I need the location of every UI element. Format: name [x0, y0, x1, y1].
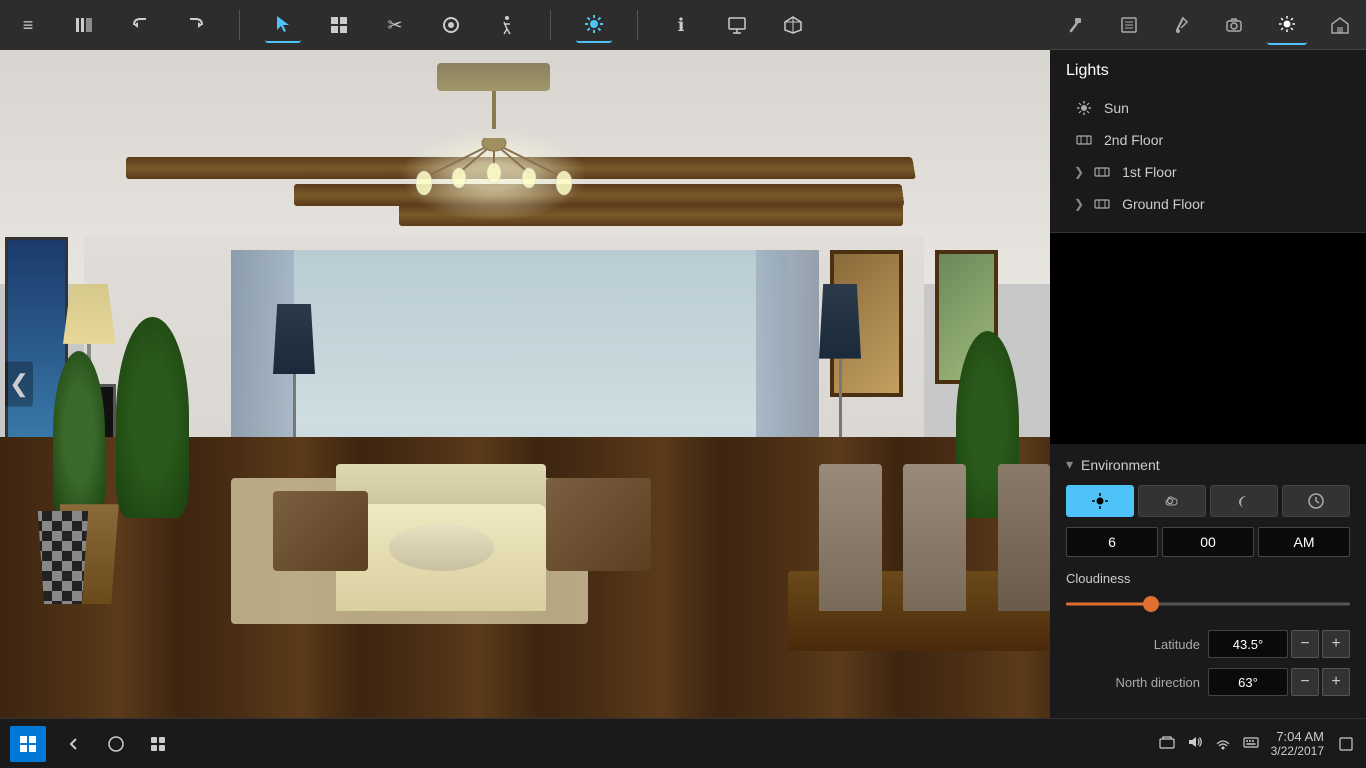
- latitude-input[interactable]: [1208, 630, 1288, 658]
- cube-icon[interactable]: [775, 7, 811, 43]
- north-direction-label: North direction: [1066, 675, 1200, 690]
- hammer-tool-icon[interactable]: [1056, 5, 1096, 45]
- sun-top-icon[interactable]: [576, 7, 612, 43]
- partly-cloudy-tab[interactable]: [1138, 485, 1206, 517]
- time-minutes[interactable]: 00: [1162, 527, 1254, 557]
- scissors-icon[interactable]: ✂: [377, 7, 413, 43]
- environment-tabs: [1066, 485, 1350, 517]
- light-item-ground-floor[interactable]: ❯ Ground Floor: [1066, 188, 1350, 220]
- keyboard-icon[interactable]: [1243, 734, 1259, 753]
- top-toolbar: ≡ ✂ ℹ: [0, 0, 1050, 50]
- lights-section: Lights Sun 2nd Floor ❯ 1s: [1050, 50, 1366, 233]
- night-tab[interactable]: [1210, 485, 1278, 517]
- latitude-label: Latitude: [1066, 637, 1200, 652]
- environment-section: ▾ Environment 6 00 AM: [1050, 444, 1366, 718]
- time-hour[interactable]: 6: [1066, 527, 1158, 557]
- right-toolbar: [1050, 0, 1366, 50]
- taskbar-clock[interactable]: 7:04 AM 3/22/2017: [1271, 729, 1324, 758]
- north-minus-btn[interactable]: −: [1291, 668, 1319, 696]
- light-tool-icon[interactable]: [1267, 5, 1307, 45]
- house-tool-icon[interactable]: [1320, 5, 1360, 45]
- right-panel-content: Lights Sun 2nd Floor ❯ 1s: [1050, 50, 1366, 718]
- north-plus-btn[interactable]: +: [1322, 668, 1350, 696]
- speaker-icon[interactable]: [1187, 734, 1203, 753]
- camera-tool-icon[interactable]: [1214, 5, 1254, 45]
- viewport[interactable]: ❮: [0, 50, 1050, 718]
- lights-title: Lights: [1066, 62, 1350, 80]
- blueprint-tool-icon[interactable]: [1109, 5, 1149, 45]
- environment-title: Environment: [1081, 457, 1160, 473]
- environment-header[interactable]: ▾ Environment: [1066, 456, 1350, 473]
- light-item-1st-floor[interactable]: ❯ 1st Floor: [1066, 156, 1350, 188]
- collapse-env-icon: ▾: [1066, 456, 1073, 473]
- library-icon[interactable]: [66, 7, 102, 43]
- black-space: [1050, 233, 1366, 444]
- paint-tool-icon[interactable]: [1162, 5, 1202, 45]
- 2nd-floor-label: 2nd Floor: [1104, 132, 1163, 148]
- time-tab[interactable]: [1282, 485, 1350, 517]
- latitude-row: Latitude − +: [1066, 630, 1350, 658]
- network-icon[interactable]: [1215, 734, 1231, 753]
- latitude-plus-btn[interactable]: +: [1322, 630, 1350, 658]
- cloudiness-slider[interactable]: [1066, 594, 1350, 614]
- view-icon[interactable]: [433, 7, 469, 43]
- grid-button[interactable]: [140, 726, 176, 762]
- light-item-sun[interactable]: Sun: [1066, 92, 1350, 124]
- notification-icon[interactable]: [1336, 734, 1356, 754]
- ground-floor-label: Ground Floor: [1122, 196, 1204, 212]
- day-tab[interactable]: [1066, 485, 1134, 517]
- expand-ground-floor-icon[interactable]: ❯: [1074, 197, 1084, 211]
- 1st-floor-label: 1st Floor: [1122, 164, 1176, 180]
- floor-light-icon-1: [1092, 162, 1112, 182]
- floor-light-icon-ground: [1092, 194, 1112, 214]
- menu-icon[interactable]: ≡: [10, 7, 46, 43]
- start-button[interactable]: [10, 726, 46, 762]
- taskbar-right: 7:04 AM 3/22/2017: [1159, 729, 1356, 758]
- circle-button[interactable]: [98, 726, 134, 762]
- clock-time: 7:04 AM: [1276, 729, 1324, 744]
- redo-icon[interactable]: [178, 7, 214, 43]
- undo-icon[interactable]: [122, 7, 158, 43]
- time-period[interactable]: AM: [1258, 527, 1350, 557]
- floor-light-icon-2: [1074, 130, 1094, 150]
- taskbar: 7:04 AM 3/22/2017: [0, 718, 1366, 768]
- back-button[interactable]: [56, 726, 92, 762]
- cloudiness-label: Cloudiness: [1066, 571, 1350, 586]
- expand-1st-floor-icon[interactable]: ❯: [1074, 165, 1084, 179]
- system-tray-icon[interactable]: [1159, 734, 1175, 753]
- nav-arrow-left[interactable]: ❮: [5, 362, 33, 407]
- clock-date: 3/22/2017: [1271, 744, 1324, 758]
- latitude-minus-btn[interactable]: −: [1291, 630, 1319, 658]
- sun-label: Sun: [1104, 100, 1129, 116]
- north-direction-input[interactable]: [1208, 668, 1288, 696]
- select-icon[interactable]: [265, 7, 301, 43]
- walk-icon[interactable]: [489, 7, 525, 43]
- sun-light-icon: [1074, 98, 1094, 118]
- right-panel: Lights Sun 2nd Floor ❯ 1s: [1050, 0, 1366, 718]
- light-item-2nd-floor[interactable]: 2nd Floor: [1066, 124, 1350, 156]
- north-direction-row: North direction − +: [1066, 668, 1350, 696]
- objects-icon[interactable]: [321, 7, 357, 43]
- screen-icon[interactable]: [719, 7, 755, 43]
- time-display: 6 00 AM: [1066, 527, 1350, 557]
- info-icon[interactable]: ℹ: [663, 7, 699, 43]
